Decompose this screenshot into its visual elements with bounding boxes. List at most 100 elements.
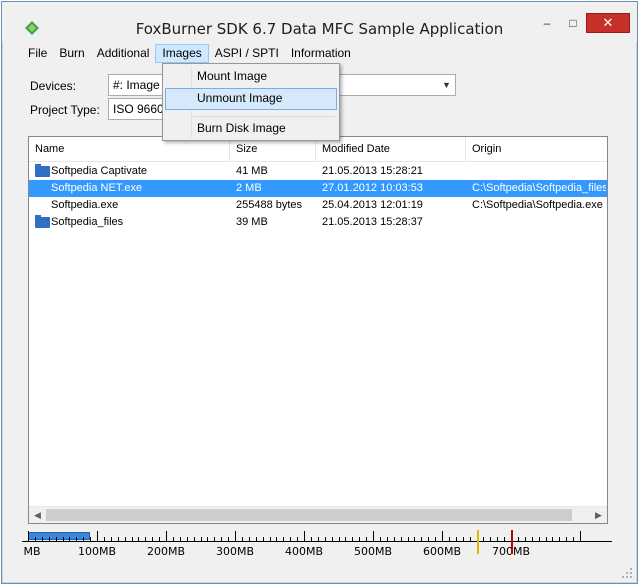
- ruler-tick: [276, 537, 278, 541]
- menu-information[interactable]: Information: [285, 44, 357, 63]
- menu-item-unmount-image[interactable]: Unmount Image: [165, 88, 337, 110]
- project-type-combo[interactable]: ISO 9660: [108, 98, 168, 120]
- ruler-tick: [110, 537, 112, 541]
- ruler-tick: [345, 537, 347, 541]
- file-modified-date: 25.04.2013 12:01:19: [322, 199, 423, 211]
- file-origin: [472, 214, 606, 231]
- ruler-tick: [235, 531, 236, 541]
- ruler-tick: [117, 537, 119, 541]
- ruler-tick: [393, 537, 395, 541]
- ruler-label: 400MB: [284, 545, 324, 558]
- ruler-tick: [207, 537, 209, 541]
- ruler-tick: [442, 531, 443, 541]
- ruler-tick: [552, 537, 554, 541]
- close-button[interactable]: ✕: [586, 13, 630, 33]
- ruler-label: MB: [23, 545, 41, 558]
- title-bar[interactable]: FoxBurner SDK 6.7 Data MFC Sample Applic…: [2, 2, 637, 42]
- ruler-tick: [428, 537, 430, 541]
- ruler-tick: [338, 537, 340, 541]
- ruler-tick: [138, 537, 140, 541]
- ruler-tick: [517, 537, 519, 541]
- file-size: 255488 bytes: [236, 199, 303, 211]
- maximize-button[interactable]: □: [560, 13, 586, 33]
- ruler-tick: [414, 537, 416, 541]
- ruler-tick: [462, 537, 464, 541]
- file-row[interactable]: Softpedia_files 39 MB 21.05.2013 15:28:3…: [29, 214, 607, 231]
- ruler-tick: [34, 537, 36, 541]
- ruler-tick: [559, 537, 561, 541]
- scrollbar-thumb[interactable]: [46, 509, 572, 521]
- horizontal-scrollbar[interactable]: ◀ ▶: [29, 506, 607, 523]
- ruler-tick: [435, 537, 437, 541]
- ruler-tick: [152, 537, 154, 541]
- menu-additional[interactable]: Additional: [91, 44, 156, 63]
- ruler-tick: [373, 531, 374, 541]
- chevron-down-icon[interactable]: ▼: [438, 75, 455, 95]
- menu-separator: [193, 116, 335, 117]
- ruler-tick: [497, 537, 499, 541]
- ruler-tick: [580, 531, 581, 541]
- ruler-tick: [241, 537, 243, 541]
- ruler-tick: [186, 537, 188, 541]
- minimize-button[interactable]: –: [534, 13, 560, 33]
- ruler-tick: [262, 537, 264, 541]
- scroll-left-icon[interactable]: ◀: [29, 507, 46, 523]
- ruler-tick: [386, 537, 388, 541]
- file-row[interactable]: Softpedia Captivate 41 MB 21.05.2013 15:…: [29, 163, 607, 180]
- menu-item-mount-image[interactable]: Mount Image: [165, 66, 337, 88]
- devices-combo-value: #: Image: [113, 78, 160, 92]
- ruler-tick: [448, 537, 450, 541]
- menu-bar: File Burn Additional Images ASPI / SPTI …: [22, 43, 357, 64]
- project-type-label: Project Type:: [30, 103, 100, 117]
- ruler-tick: [55, 537, 57, 541]
- ruler-tick: [269, 537, 271, 541]
- menu-file[interactable]: File: [22, 44, 53, 63]
- ruler-label: 500MB: [353, 545, 393, 558]
- app-window: FoxBurner SDK 6.7 Data MFC Sample Applic…: [1, 1, 638, 584]
- folder-icon: [35, 164, 50, 177]
- menu-images[interactable]: Images: [155, 44, 209, 63]
- ruler-tick: [455, 537, 457, 541]
- ruler-tick: [407, 537, 409, 541]
- ruler-tick: [566, 537, 568, 541]
- project-type-combo-value: ISO 9660: [113, 102, 164, 116]
- ruler-tick: [255, 537, 257, 541]
- menu-aspi-spti[interactable]: ASPI / SPTI: [209, 44, 285, 63]
- ruler-tick: [62, 537, 64, 541]
- file-modified-date: 27.01.2012 10:03:53: [322, 182, 423, 194]
- ruler-tick: [400, 537, 402, 541]
- file-row-selected[interactable]: Softpedia NET.exe 2 MB 27.01.2012 10:03:…: [29, 180, 607, 197]
- menu-burn[interactable]: Burn: [53, 44, 90, 63]
- ruler-tick: [83, 537, 85, 541]
- column-header-origin[interactable]: Origin: [466, 137, 607, 162]
- ruler-tick: [490, 537, 492, 541]
- ruler-tick: [69, 537, 71, 541]
- window-controls: – □ ✕: [534, 13, 630, 33]
- file-origin: [472, 163, 606, 180]
- file-origin: C:\Softpedia\Softpedia_files: [472, 182, 606, 194]
- file-name: Softpedia NET.exe: [51, 182, 143, 194]
- file-modified-date: 21.05.2013 15:28:37: [322, 216, 423, 228]
- ruler-tick: [504, 537, 506, 541]
- ruler-tick: [524, 537, 526, 541]
- ruler-tick: [97, 531, 98, 541]
- folder-icon: [35, 215, 50, 228]
- file-size: 41 MB: [236, 165, 268, 177]
- file-name: Softpedia Captivate: [51, 165, 148, 177]
- file-row[interactable]: Softpedia.exe 255488 bytes 25.04.2013 12…: [29, 197, 607, 214]
- ruler-label: 600MB: [422, 545, 462, 558]
- ruler-tick: [200, 537, 202, 541]
- resize-grip-icon[interactable]: [621, 567, 633, 579]
- ruler-tick: [531, 537, 533, 541]
- capacity-used-bar: [28, 532, 91, 540]
- ruler-tick: [28, 531, 29, 541]
- ruler-tick: [76, 537, 78, 541]
- ruler-tick: [179, 537, 181, 541]
- menu-item-burn-disk-image[interactable]: Burn Disk Image: [165, 118, 337, 140]
- scroll-right-icon[interactable]: ▶: [590, 507, 607, 523]
- ruler-tick: [48, 537, 50, 541]
- file-list[interactable]: Name Size Modified Date Origin Softpedia…: [28, 136, 608, 524]
- ruler-tick: [214, 537, 216, 541]
- capacity-limit-marker: [476, 530, 479, 554]
- ruler-tick: [103, 537, 105, 541]
